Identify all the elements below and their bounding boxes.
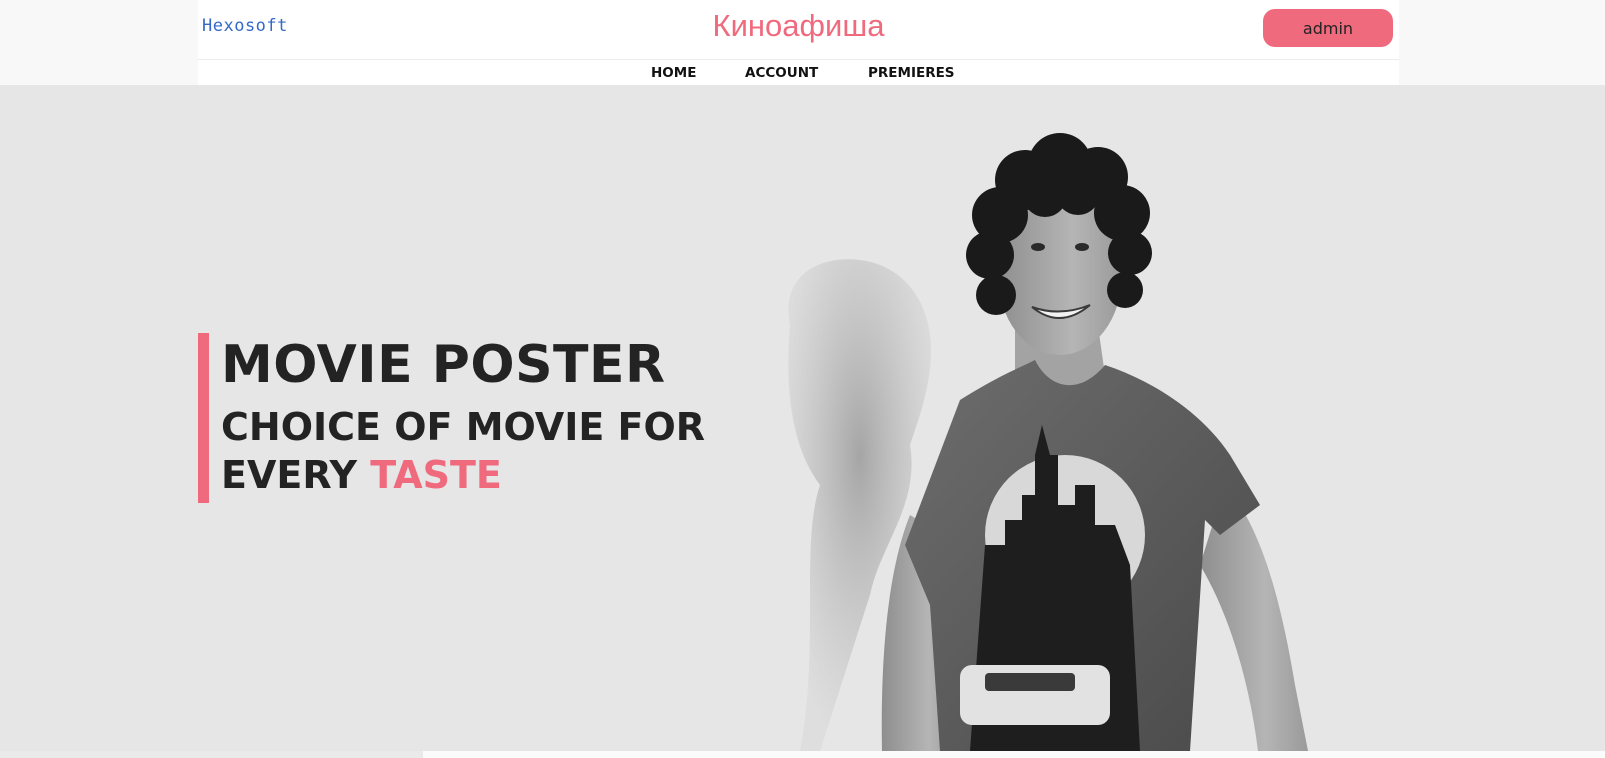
hero-subheading-line2: EVERY	[221, 453, 371, 497]
hero-heading: MOVIE POSTER	[221, 335, 666, 395]
hero-eye-right	[1075, 243, 1089, 251]
user-account-button[interactable]: admin	[1263, 9, 1393, 47]
hero-subheading: CHOICE OF MOVIE FOR EVERY TASTE	[221, 403, 781, 499]
hero-shirt-print-car-window	[985, 673, 1075, 691]
hero-section: MOVIE POSTER CHOICE OF MOVIE FOR EVERY T…	[0, 85, 1605, 751]
hero-accent-bar	[198, 333, 209, 503]
hero-subheading-highlight: TASTE	[370, 453, 502, 497]
nav-item-home[interactable]: HOME	[651, 65, 696, 81]
main-navigation: HOME ACCOUNT PREMIERES	[198, 60, 1399, 85]
site-title: Киноафиша	[712, 8, 885, 43]
hero-photo	[788, 133, 1308, 751]
site-header: Hexosoft Киноафиша admin	[198, 0, 1399, 60]
hero-subheading-line1: CHOICE OF MOVIE FOR	[221, 405, 706, 449]
hero-eye-left	[1031, 243, 1045, 251]
nav-item-account[interactable]: ACCOUNT	[745, 65, 818, 81]
footer-strip-right	[423, 751, 1605, 758]
nav-item-premieres[interactable]: PREMIERES	[868, 65, 955, 81]
footer-strip-left	[0, 751, 423, 758]
